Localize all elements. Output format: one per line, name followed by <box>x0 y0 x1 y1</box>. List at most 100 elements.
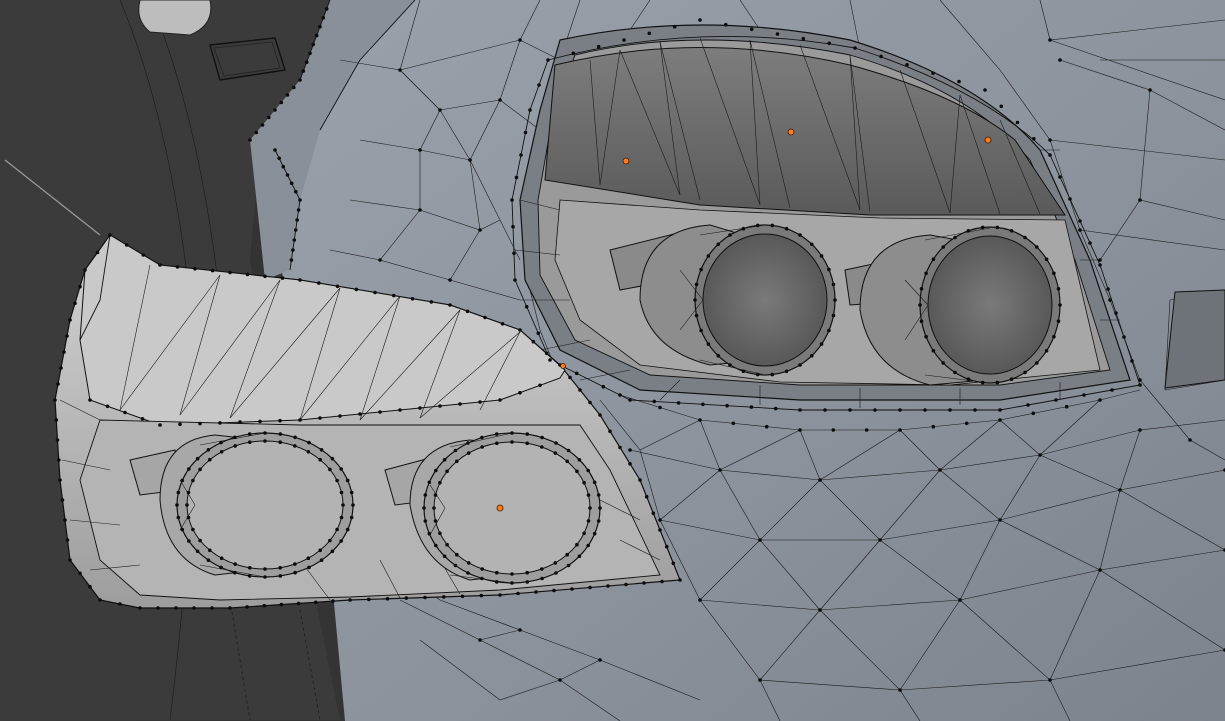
mesh-vertex <box>827 267 831 272</box>
mesh-vertex <box>354 287 359 292</box>
mesh-vertex <box>552 588 556 593</box>
mesh-vertex <box>187 539 191 543</box>
mesh-vertex <box>1015 120 1020 125</box>
mesh-vertex <box>293 435 297 440</box>
mesh-vertex <box>1098 263 1102 267</box>
mesh-vertex <box>554 571 558 575</box>
mesh-vertex <box>801 36 806 41</box>
mesh-vertex <box>741 226 746 231</box>
mesh-vertex <box>898 428 902 432</box>
mesh-vertex <box>254 130 259 135</box>
mesh-vertex <box>518 628 522 632</box>
mesh-vertex <box>174 606 178 610</box>
mesh-vertex <box>958 598 962 602</box>
viewport-canvas[interactable] <box>0 0 1225 721</box>
mesh-vertex <box>1048 678 1052 682</box>
mesh-vertex <box>263 439 267 443</box>
object-origin[interactable] <box>622 157 630 165</box>
mesh-vertex <box>651 511 656 516</box>
mesh-vertex <box>58 478 62 482</box>
mesh-vertex <box>588 506 592 510</box>
mesh-vertex <box>810 242 814 247</box>
mesh-vertex <box>1038 453 1042 457</box>
mesh-vertex <box>1058 303 1062 307</box>
mesh-vertex <box>770 223 775 228</box>
mesh-vertex <box>658 528 662 532</box>
mesh-vertex <box>68 558 72 562</box>
object-origin[interactable] <box>560 363 566 369</box>
mesh-vertex <box>219 565 223 570</box>
mesh-vertex <box>277 156 282 161</box>
mesh-vertex <box>429 300 434 304</box>
mesh-vertex <box>784 369 789 374</box>
mesh-vertex <box>248 440 252 445</box>
mesh-vertex <box>1078 228 1082 232</box>
mesh-vertex <box>638 478 642 482</box>
mesh-vertex <box>528 108 532 112</box>
mesh-vertex <box>510 572 514 576</box>
mesh-vertex <box>466 441 470 445</box>
mesh-vertex <box>833 298 837 302</box>
mesh-vertex <box>553 561 558 565</box>
mesh-vertex <box>176 490 181 495</box>
mesh-vertex <box>442 458 447 462</box>
mesh-vertex <box>442 554 447 558</box>
mesh-vertex <box>378 410 382 414</box>
mesh-vertex <box>458 402 462 406</box>
mesh-vertex <box>608 429 612 434</box>
mesh-vertex <box>206 448 211 452</box>
mesh-vertex <box>831 282 836 287</box>
mesh-vertex <box>694 282 699 287</box>
mesh-vertex <box>672 24 677 29</box>
mesh-vertex <box>995 380 1000 385</box>
mesh-vertex <box>1052 271 1056 276</box>
mesh-vertex <box>1108 298 1112 302</box>
mesh-vertex <box>1052 334 1056 339</box>
mesh-vertex <box>540 445 544 449</box>
mesh-vertex <box>453 563 458 568</box>
mesh-vertex <box>1098 258 1102 262</box>
mesh-vertex <box>498 593 502 597</box>
mesh-vertex <box>296 601 301 606</box>
mesh-vertex <box>566 563 571 568</box>
mesh-vertex <box>1054 398 1058 402</box>
mesh-vertex <box>296 208 301 212</box>
mesh-vertex <box>540 567 544 571</box>
object-origin[interactable] <box>787 128 795 136</box>
object-origin[interactable] <box>496 504 504 512</box>
mesh-vertex <box>999 104 1004 109</box>
mesh-vertex <box>187 467 191 471</box>
mesh-vertex <box>1138 378 1142 382</box>
mesh-vertex <box>285 93 290 97</box>
mesh-vertex <box>118 602 122 606</box>
mesh-vertex <box>418 406 422 410</box>
mesh-vertex <box>233 570 237 575</box>
mesh-vertex <box>525 580 530 584</box>
mesh-vertex <box>1009 229 1014 233</box>
mesh-vertex <box>1056 287 1061 291</box>
mesh-vertex <box>281 164 286 169</box>
mesh-vertex <box>313 600 318 605</box>
mesh-vertex <box>445 469 449 474</box>
mesh-vertex <box>466 451 471 455</box>
mesh-vertex <box>798 408 802 412</box>
mesh-vertex <box>698 18 702 22</box>
mesh-vertex <box>208 548 212 553</box>
mesh-vertex <box>434 543 438 548</box>
mesh-vertex <box>260 123 265 127</box>
mesh-vertex <box>349 515 354 520</box>
object-origin[interactable] <box>984 136 992 144</box>
mesh-vertex <box>966 377 971 382</box>
mesh-vertex <box>158 263 162 267</box>
mesh-vertex <box>1023 235 1027 240</box>
mesh-vertex <box>478 638 482 642</box>
mesh-vertex <box>279 602 284 607</box>
mesh-vertex <box>755 372 760 377</box>
mesh-vertex <box>392 293 396 298</box>
mesh-vertex <box>245 605 249 609</box>
mesh-vertex <box>983 88 987 92</box>
3d-viewport[interactable] <box>0 0 1225 721</box>
mesh-vertex <box>694 313 699 318</box>
mesh-vertex <box>175 265 180 269</box>
mesh-vertex <box>423 595 427 600</box>
